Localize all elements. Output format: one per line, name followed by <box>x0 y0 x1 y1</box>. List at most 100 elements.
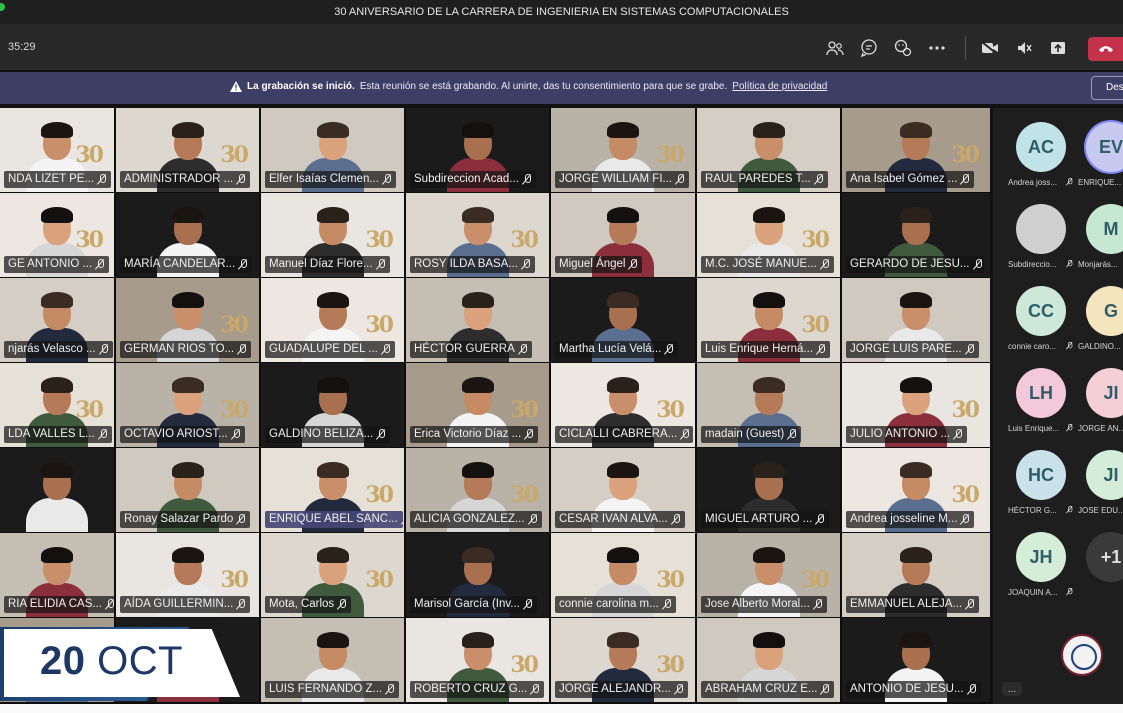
mic-muted-icon <box>518 344 528 355</box>
video-tile[interactable]: MARÍA CANDELAR... <box>116 193 259 277</box>
video-tile[interactable]: CESAR IVAN ALVA... <box>551 448 695 532</box>
leave-button[interactable] <box>1088 37 1123 61</box>
video-tile[interactable]: ABRAHAM CRUZ E... <box>697 618 840 702</box>
mic-muted-icon <box>816 344 826 355</box>
mic-muted-icon <box>522 174 532 185</box>
roster-participant[interactable]: G GALDINO... <box>1062 280 1123 360</box>
video-tile[interactable]: 30 connie carolina m... <box>551 533 695 617</box>
bottom-strip <box>0 704 1123 713</box>
avatar: JI <box>1086 368 1123 418</box>
participant-name-label: Ronay Salazar Pardo <box>120 511 251 528</box>
figure-hair <box>607 377 639 393</box>
mic-button[interactable] <box>1013 37 1035 59</box>
participant-name: RAUL PAREDES T... <box>705 173 811 185</box>
video-tile[interactable]: HÉCTOR GUERRA <box>406 278 549 362</box>
participant-name: MIGUEL ARTURO ... <box>705 513 813 525</box>
video-tile[interactable]: RAUL PAREDES T... <box>697 108 840 192</box>
more-actions-button[interactable] <box>926 37 948 59</box>
video-tile[interactable]: MIGUEL ARTURO ... <box>697 448 840 532</box>
roster-participant[interactable]: M Monjarás... <box>1062 198 1123 278</box>
mic-muted-icon <box>965 599 975 610</box>
participant-name-label: ABRAHAM CRUZ E... <box>701 681 835 698</box>
video-tile[interactable]: Marisol García (Inv... <box>406 533 549 617</box>
roster-participant[interactable]: JH JOAQUIN A... <box>992 526 1073 606</box>
video-tile[interactable]: 30 Ana Isabel Gómez ... <box>842 108 990 192</box>
video-tile[interactable]: GALDINO BELIZA... <box>261 363 404 447</box>
mic-muted-icon <box>382 174 392 185</box>
roster-participant[interactable]: JI JORGE AN... <box>1062 362 1123 442</box>
video-tile[interactable]: 30 Jose Alberto Moral... <box>697 533 840 617</box>
roster-participant[interactable]: LH Luis Enrique... <box>992 362 1073 442</box>
roster-participant[interactable]: JI JOSE EDU... <box>1062 444 1123 524</box>
share-button[interactable] <box>1047 37 1069 59</box>
date-day: 20 <box>40 639 86 683</box>
people-icon <box>826 41 844 56</box>
video-tile[interactable]: Elfer Isaías Clemen... <box>261 108 404 192</box>
video-tile[interactable]: 30 OCTAVIO ARIOST... <box>116 363 259 447</box>
video-tile[interactable]: Martha Lucía Velá... <box>551 278 695 362</box>
video-tile[interactable]: Ronay Salazar Pardo <box>116 448 259 532</box>
toolbar-divider <box>965 36 966 60</box>
figure-hair <box>171 547 204 563</box>
video-tile[interactable]: 30 GERMAN RIOS TO... <box>116 278 259 362</box>
participant-name: Ronay Salazar Pardo <box>124 513 234 525</box>
video-tile[interactable]: njarás Velasco ... <box>0 278 114 362</box>
video-tile[interactable]: 30 Luis Enrique Herná... <box>697 278 840 362</box>
more-participants-button[interactable]: ... <box>1002 682 1022 696</box>
video-tile[interactable]: 30 CICLALLI CABRERA... <box>551 363 695 447</box>
figure-hair <box>171 292 204 308</box>
video-tile[interactable] <box>0 448 114 532</box>
roster-participant[interactable]: HC HÉCTOR G... <box>992 444 1073 524</box>
participant-name: Manuel Díaz Flore... <box>269 258 373 270</box>
participant-name: ROSY ILDA BASA... <box>414 258 518 270</box>
video-tile[interactable]: 30 JORGE WILLIAM FI... <box>551 108 695 192</box>
privacy-policy-link[interactable]: Política de privacidad <box>732 81 827 92</box>
participant-name: Martha Lucía Velá... <box>559 343 662 355</box>
video-tile[interactable]: RIA ELIDIA CAS... <box>0 533 114 617</box>
camera-button[interactable] <box>979 37 1001 59</box>
video-tile[interactable]: 30 JORGE ALEJANDR... <box>551 618 695 702</box>
recording-banner: La grabación se inició. Esta reunión se … <box>0 72 1123 104</box>
dismiss-button[interactable]: Des <box>1091 76 1123 100</box>
video-tile[interactable]: 30 ROBERTO CRUZ G... <box>406 618 549 702</box>
video-tile[interactable]: 30 ADMINISTRADOR ... <box>116 108 259 192</box>
video-tile[interactable]: 30 LDA VALLES L... <box>0 363 114 447</box>
video-tile[interactable]: 30 Erica Victorio Díaz ... <box>406 363 549 447</box>
video-tile[interactable]: JORGE LUIS PARE... <box>842 278 990 362</box>
video-tile[interactable]: 30 GE ANTONIO ... <box>0 193 114 277</box>
avatar: AC <box>1016 122 1066 172</box>
mic-muted-icon <box>523 599 533 610</box>
people-button[interactable] <box>824 37 846 59</box>
video-tile[interactable]: 30 JULIO ANTONIO ... <box>842 363 990 447</box>
video-tile[interactable]: 30 ALICIA GONZALEZ... <box>406 448 549 532</box>
video-tile[interactable]: 30 ROSY ILDA BASA... <box>406 193 549 277</box>
video-tile[interactable]: 30 ENRIQUE ABEL SANC... <box>261 448 404 532</box>
figure-hair <box>461 632 494 648</box>
video-tile[interactable]: 30 Andrea josseline M... <box>842 448 990 532</box>
reactions-button[interactable] <box>892 37 914 59</box>
video-tile[interactable]: LUIS FERNANDO Z... <box>261 618 404 702</box>
video-tile[interactable]: GERARDO DE JESU... <box>842 193 990 277</box>
figure-hair <box>607 207 639 223</box>
video-tile[interactable]: 30 GUADALUPE DEL ... <box>261 278 404 362</box>
video-tile[interactable]: 30 NDA LIZET PE... <box>0 108 114 192</box>
video-tile[interactable]: 30 Manuel Díaz Flore... <box>261 193 404 277</box>
video-tile[interactable]: 30 Mota, Carlos <box>261 533 404 617</box>
mic-muted-icon <box>236 174 246 185</box>
video-tile[interactable]: Miguel Ángel <box>551 193 695 277</box>
video-tile[interactable]: EMMANUEL ALEJA... <box>842 533 990 617</box>
window-title: 30 ANIVERSARIO DE LA CARRERA DE INGENIER… <box>334 6 789 18</box>
roster-participant[interactable]: AC Andrea joss... <box>992 116 1073 196</box>
video-tile[interactable]: ANTONIO DE JESU... <box>842 618 990 702</box>
video-tile[interactable]: madain (Guest) <box>697 363 840 447</box>
anniversary-30-logo: 30 <box>220 312 249 338</box>
roster-participant[interactable]: Subdireccio... <box>992 198 1073 278</box>
video-tile[interactable]: 30 AÍDA GUILLERMIN... <box>116 533 259 617</box>
video-tile[interactable]: Subdireccion Acad... <box>406 108 549 192</box>
roster-participant[interactable]: +1 <box>1062 526 1123 606</box>
roster-participant[interactable]: CC connie caro... <box>992 280 1073 360</box>
roster-participant[interactable]: EV ENRIQUE... <box>1062 116 1123 196</box>
video-tile[interactable]: 30 M.C. JOSÉ MANUE... <box>697 193 840 277</box>
chat-button[interactable] <box>858 37 880 59</box>
roster-name: Subdireccio... <box>1008 260 1057 269</box>
